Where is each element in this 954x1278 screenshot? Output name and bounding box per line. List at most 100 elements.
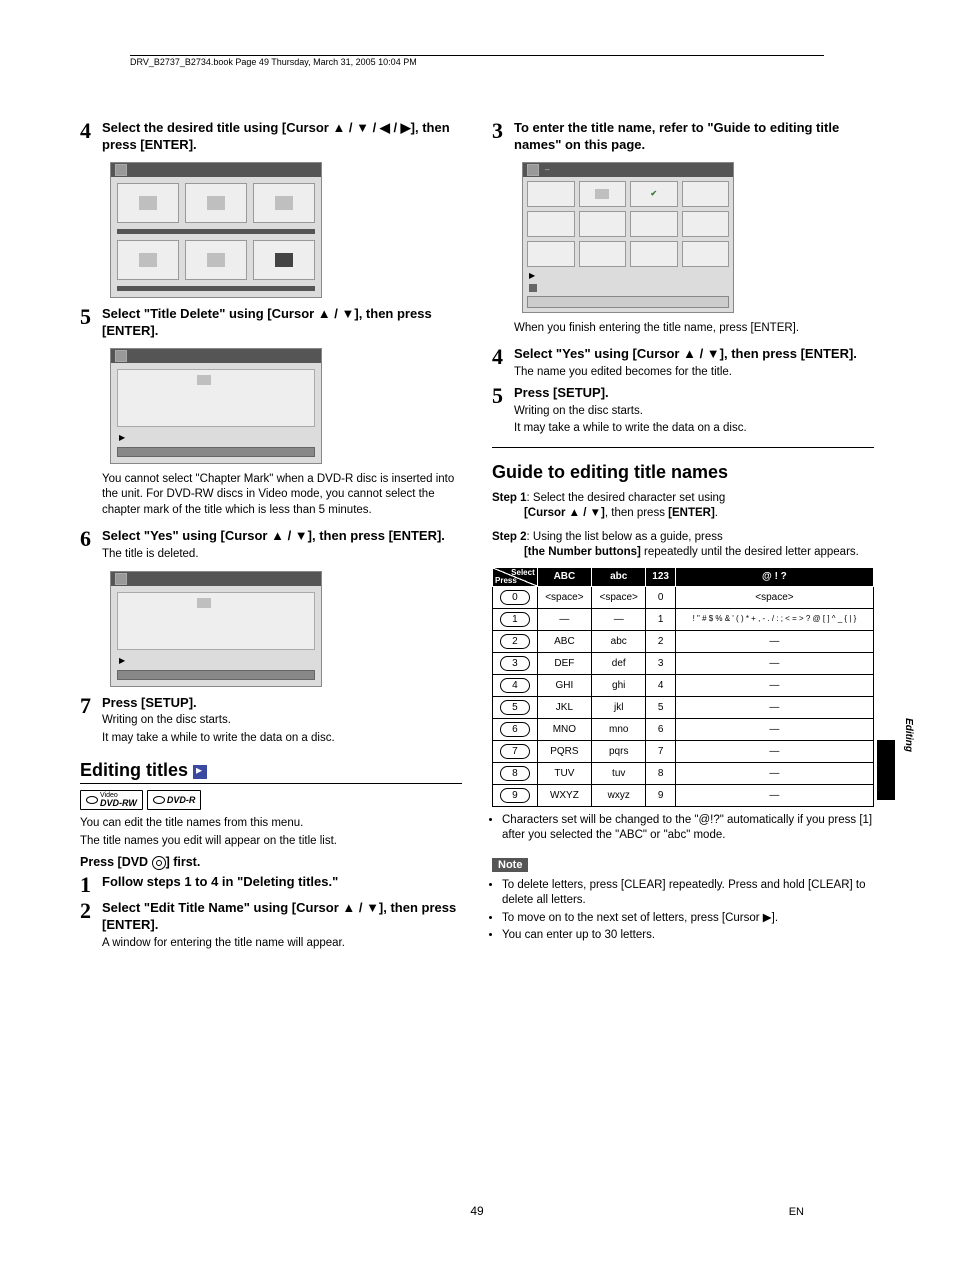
step-text: The title is deleted. — [102, 547, 462, 563]
step-number: 1 — [80, 874, 102, 896]
screenshot-confirm-yes: ▶ — [110, 571, 322, 687]
table-cell: jkl — [592, 696, 646, 718]
keycap-icon: 6 — [500, 722, 530, 737]
step-4: 4 Select the desired title using [Cursor… — [80, 120, 462, 154]
step-5-note: You cannot select "Chapter Mark" when a … — [102, 472, 462, 519]
th-select-press: SelectPress — [493, 567, 538, 586]
keycap-icon: 8 — [500, 766, 530, 781]
table-cell: JKL — [537, 696, 591, 718]
guide-heading: Guide to editing title names — [492, 462, 874, 485]
step-title: Press [SETUP]. — [102, 695, 462, 712]
note-item: To move on to the next set of letters, p… — [502, 911, 874, 927]
table-cell: 6 — [646, 718, 675, 740]
divider — [492, 447, 874, 448]
step-title: Follow steps 1 to 4 in "Deleting titles.… — [102, 874, 462, 891]
step-title: Press [SETUP]. — [514, 385, 874, 402]
step-5: 5 Select "Title Delete" using [Cursor ▲ … — [80, 306, 462, 340]
note-label: Note — [492, 858, 528, 872]
table-cell: — — [592, 608, 646, 630]
th-123: 123 — [646, 567, 675, 586]
table-cell: — — [675, 696, 873, 718]
table-cell: — — [675, 652, 873, 674]
page: DRV_B2737_B2734.book Page 49 Thursday, M… — [0, 0, 954, 1278]
press-dvd-first: Press [DVD ] first. — [80, 855, 462, 870]
character-table: SelectPress ABC abc 123 @ ! ? 0<space><s… — [492, 567, 874, 807]
editing-intro-2: The title names you edit will appear on … — [80, 834, 462, 850]
after-table-bullet: Characters set will be changed to the "@… — [492, 813, 874, 844]
table-cell: ABC — [537, 630, 591, 652]
table-cell: wxyz — [592, 784, 646, 806]
keycap-icon: 2 — [500, 634, 530, 649]
step-text: It may take a while to write the data on… — [514, 421, 874, 437]
note-item: You can enter up to 30 letters. — [502, 928, 874, 944]
right-step-4: 4 Select "Yes" using [Cursor ▲ / ▼], the… — [492, 346, 874, 380]
table-cell: 0 — [646, 586, 675, 608]
table-row: 8TUVtuv8— — [493, 762, 874, 784]
step-7: 7 Press [SETUP]. Writing on the disc sta… — [80, 695, 462, 747]
keycap-icon: 9 — [500, 788, 530, 803]
dvd-circle-icon — [152, 856, 166, 870]
step-6: 6 Select "Yes" using [Cursor ▲ / ▼], the… — [80, 528, 462, 562]
table-cell: 7 — [646, 740, 675, 762]
note-bullets: To delete letters, press [CLEAR] repeate… — [492, 878, 874, 944]
step-title: Select "Yes" using [Cursor ▲ / ▼], then … — [102, 528, 462, 545]
bullet-item: Characters set will be changed to the "@… — [502, 813, 874, 844]
keycap-icon: 5 — [500, 700, 530, 715]
table-cell: MNO — [537, 718, 591, 740]
section-editing-titles: Editing titles — [80, 760, 462, 784]
table-cell: — — [675, 762, 873, 784]
th-abc-upper: ABC — [537, 567, 591, 586]
table-row: 6MNOmno6— — [493, 718, 874, 740]
table-cell: 4 — [646, 674, 675, 696]
table-row: 5JKLjkl5— — [493, 696, 874, 718]
guide-step-1: Step 1: Select the desired character set… — [492, 491, 874, 522]
table-cell: ! " # $ % & ' ( ) * + , - . / : ; < = > … — [675, 608, 873, 630]
table-cell: WXYZ — [537, 784, 591, 806]
step-title: Select "Title Delete" using [Cursor ▲ / … — [102, 306, 462, 340]
side-label: Editing — [903, 718, 914, 752]
th-symbols: @ ! ? — [675, 567, 873, 586]
step-title: Select "Yes" using [Cursor ▲ / ▼], then … — [514, 346, 874, 363]
step-number: 4 — [80, 120, 102, 142]
table-row: 3DEFdef3— — [493, 652, 874, 674]
table-cell: 8 — [646, 762, 675, 784]
right-step-3: 3 To enter the title name, refer to "Gui… — [492, 120, 874, 154]
table-cell: 3 — [646, 652, 675, 674]
step-text: Writing on the disc starts. — [102, 713, 462, 729]
table-row: 4GHIghi4— — [493, 674, 874, 696]
table-row: 9WXYZwxyz9— — [493, 784, 874, 806]
table-cell: 9 — [646, 784, 675, 806]
step-number: 5 — [80, 306, 102, 328]
step-text: A window for entering the title name wil… — [102, 936, 462, 952]
table-cell: ghi — [592, 674, 646, 696]
table-row: 1——1! " # $ % & ' ( ) * + , - . / : ; < … — [493, 608, 874, 630]
screenshot-title-delete: ▶ — [110, 348, 322, 464]
edit-step-1: 1 Follow steps 1 to 4 in "Deleting title… — [80, 874, 462, 896]
step-title: Select "Edit Title Name" using [Cursor ▲… — [102, 900, 462, 934]
table-cell: <space> — [592, 586, 646, 608]
table-cell: tuv — [592, 762, 646, 784]
table-row: 2ABCabc2— — [493, 630, 874, 652]
table-row: 7PQRSpqrs7— — [493, 740, 874, 762]
right-step-5: 5 Press [SETUP]. Writing on the disc sta… — [492, 385, 874, 437]
step-number: 5 — [492, 385, 514, 407]
table-cell: TUV — [537, 762, 591, 784]
table-cell: — — [675, 718, 873, 740]
table-cell: — — [537, 608, 591, 630]
th-abc-lower: abc — [592, 567, 646, 586]
right-column: 3 To enter the title name, refer to "Gui… — [492, 120, 874, 955]
guide-step-2: Step 2: Using the list below as a guide,… — [492, 530, 874, 561]
table-cell: PQRS — [537, 740, 591, 762]
table-cell: 5 — [646, 696, 675, 718]
right-step-3-note: When you finish entering the title name,… — [514, 321, 874, 337]
note-item: To delete letters, press [CLEAR] repeate… — [502, 878, 874, 909]
table-cell: <space> — [675, 586, 873, 608]
table-cell: DEF — [537, 652, 591, 674]
step-number: 6 — [80, 528, 102, 550]
table-cell: GHI — [537, 674, 591, 696]
keycap-icon: 0 — [500, 590, 530, 605]
badge-dvd-r: DVD-R — [147, 790, 202, 810]
table-cell: mno — [592, 718, 646, 740]
left-column: 4 Select the desired title using [Cursor… — [80, 120, 462, 955]
page-lang: EN — [789, 1206, 804, 1218]
